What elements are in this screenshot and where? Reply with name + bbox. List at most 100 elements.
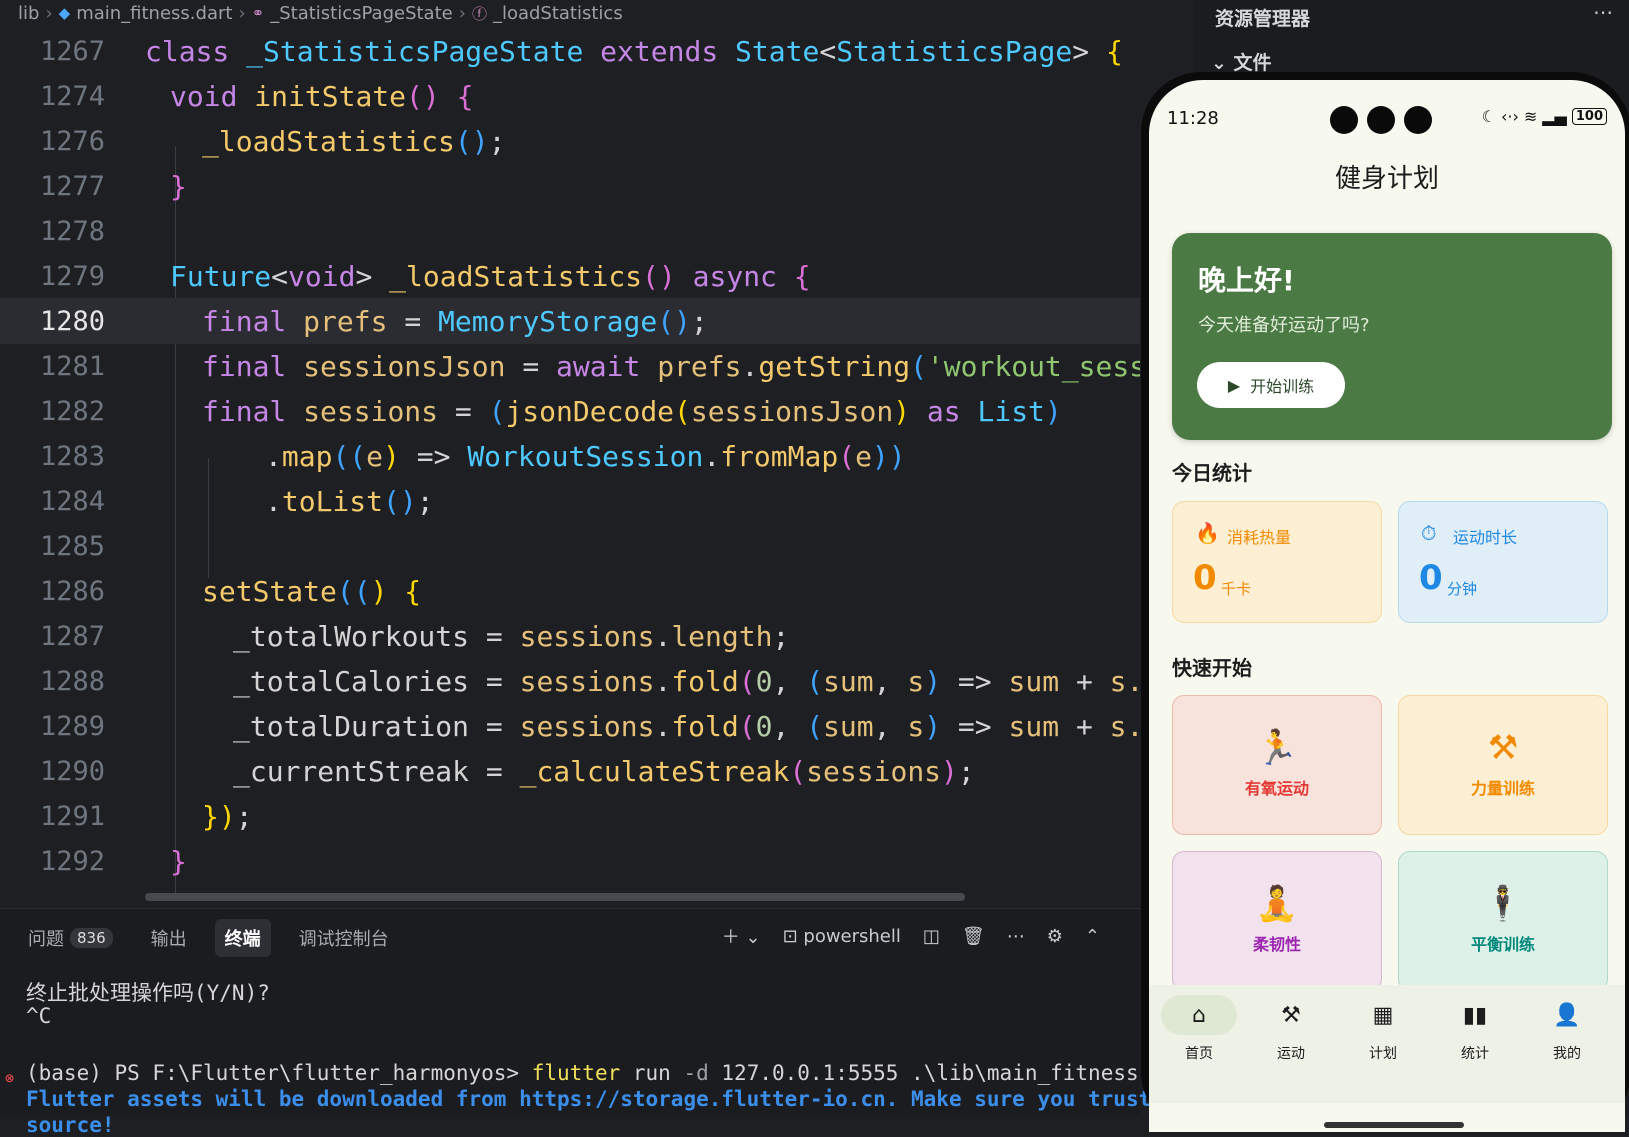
code-line[interactable]: 1292 } — [0, 838, 1140, 884]
code-text: final sessions = (jsonDecode(sessionsJso… — [202, 394, 1062, 428]
terminal-line: 终止批处理操作吗(Y/N)? — [26, 981, 270, 1005]
code-line[interactable]: 1285 — [0, 523, 1140, 569]
breadcrumb-separator: › — [458, 2, 466, 24]
tab-label: 输出 — [150, 929, 187, 950]
bottom-panel: 问题 836 输出 终端 调试控制台 ＋ ⌄ ⊡ powershell ◫ 🗑 … — [0, 908, 1202, 1137]
new-terminal-icon[interactable]: ＋ ⌄ — [722, 923, 761, 949]
stat-card-calories[interactable]: 🔥 消耗热量 0 千卡 — [1172, 501, 1382, 623]
quick-card-balance[interactable]: 🕴 平衡训练 — [1398, 851, 1608, 991]
code-line[interactable]: 1282 final sessions = (jsonDecode(sessio… — [0, 388, 1140, 434]
class-icon: ⚭ — [251, 4, 265, 22]
code-text: .toList(); — [265, 484, 434, 518]
chevron-up-icon[interactable]: ⌃ — [1085, 926, 1100, 947]
code-line-current[interactable]: 1280 final prefs = MemoryStorage(); — [0, 298, 1140, 344]
tab-problems[interactable]: 问题 836 — [18, 919, 123, 957]
nav-label: 我的 — [1553, 1046, 1581, 1062]
tab-debug-console[interactable]: 调试控制台 — [289, 919, 399, 957]
breadcrumb-item-class[interactable]: _StatisticsPageState — [270, 3, 453, 24]
stat-label: 运动时长 — [1453, 528, 1518, 547]
nav-exercise[interactable]: ⚒ 运动 — [1247, 995, 1335, 1063]
terminal-output[interactable]: 终止批处理操作吗(Y/N)? ^C ⊗ (base) PS F:\Flutter… — [0, 969, 1202, 1137]
stat-card-duration[interactable]: ⏱ 运动时长 0 分钟 — [1398, 501, 1608, 623]
start-training-button[interactable]: ▶ 开始训练 — [1197, 362, 1345, 408]
code-line[interactable]: 1281 final sessionsJson = await prefs.ge… — [0, 343, 1140, 389]
code-editor[interactable]: 1267 class _StatisticsPageState extends … — [0, 28, 1140, 898]
line-number: 1286 — [39, 575, 105, 607]
line-number: 1277 — [39, 170, 105, 202]
code-line[interactable]: 1267 class _StatisticsPageState extends … — [0, 28, 1140, 74]
more-icon[interactable]: ⋯ — [1593, 0, 1613, 24]
code-line[interactable]: 1288 _totalCalories = sessions.fold(0, (… — [0, 658, 1140, 704]
settings-sliders-icon[interactable]: ⚙ — [1047, 926, 1063, 947]
code-line[interactable]: 1286 setState(() { — [0, 568, 1140, 614]
terminal-line: Flutter assets will be downloaded from h… — [26, 1087, 1202, 1111]
breadcrumb-item-lib[interactable]: lib — [18, 3, 39, 24]
code-line[interactable]: 1277 } — [0, 163, 1140, 209]
line-number: 1281 — [39, 350, 105, 382]
horizontal-scrollbar[interactable] — [145, 893, 965, 901]
panel-actions: ＋ ⌄ ⊡ powershell ◫ 🗑 ⋯ ⚙ ⌃ — [722, 923, 1100, 949]
function-icon: ⓕ — [471, 4, 487, 23]
code-line[interactable]: 1274 void initState() { — [0, 73, 1140, 119]
line-number: 1283 — [39, 440, 105, 472]
section-label: 文件 — [1233, 52, 1272, 74]
code-line[interactable]: 1284 .toList(); — [0, 478, 1140, 524]
quick-card-cardio[interactable]: 🏃 有氧运动 — [1172, 695, 1382, 835]
nav-plan[interactable]: ▦ 计划 — [1339, 995, 1427, 1063]
quick-card-flexibility[interactable]: 🧘 柔韧性 — [1172, 851, 1382, 991]
tab-terminal[interactable]: 终端 — [214, 919, 271, 957]
quick-label: 平衡训练 — [1470, 935, 1535, 954]
more-icon[interactable]: ⋯ — [1007, 926, 1025, 947]
terminal-line: ^C — [26, 1004, 52, 1028]
quick-card-strength[interactable]: ⚒ 力量训练 — [1398, 695, 1608, 835]
breadcrumb-item-method[interactable]: _loadStatistics — [493, 3, 623, 24]
running-icon: 🏃 — [1255, 728, 1299, 768]
code-line[interactable]: 1291 }); — [0, 793, 1140, 839]
terminal-line: (base) PS F:\Flutter\flutter_harmonyos> … — [26, 1061, 1202, 1085]
code-line[interactable]: 1276 _loadStatistics(); — [0, 118, 1140, 164]
code-line[interactable]: 1287 _totalWorkouts = sessions.length; — [0, 613, 1140, 659]
code-text: _currentStreak = _calculateStreak(sessio… — [233, 754, 975, 788]
code-text: _totalDuration = sessions.fold(0, (sum, … — [233, 709, 1140, 743]
explorer-title: 资源管理器 — [1215, 8, 1311, 30]
nav-label: 运动 — [1277, 1046, 1305, 1062]
code-line[interactable]: 1279 Future<void> _loadStatistics() asyn… — [0, 253, 1140, 299]
home-indicator[interactable] — [1324, 1122, 1464, 1128]
code-text: final sessionsJson = await prefs.getStri… — [202, 349, 1140, 383]
person-icon: 👤 — [1553, 1002, 1581, 1028]
breadcrumb-item-file[interactable]: main_fitness.dart — [76, 3, 232, 24]
code-line[interactable]: 1289 _totalDuration = sessions.fold(0, (… — [0, 703, 1140, 749]
code-line[interactable]: 1278 — [0, 208, 1140, 254]
tab-output[interactable]: 输出 — [141, 919, 197, 957]
nav-home[interactable]: ⌂ 首页 — [1155, 995, 1243, 1063]
quick-label: 力量训练 — [1470, 779, 1535, 798]
tab-label: 问题 — [28, 929, 64, 950]
code-text: }); — [202, 799, 253, 833]
code-line[interactable]: 1283 .map((e) => WorkoutSession.fromMap(… — [0, 433, 1140, 479]
error-dot-icon: ⊗ — [5, 1069, 15, 1087]
play-icon: ▶ — [1227, 375, 1241, 395]
code-line[interactable]: 1290 _currentStreak = _calculateStreak(s… — [0, 748, 1140, 794]
nav-profile[interactable]: 👤 我的 — [1523, 995, 1611, 1063]
line-number: 1267 — [39, 35, 105, 67]
stat-label: 消耗热量 — [1227, 528, 1292, 547]
chevron-down-icon: ⌄ — [1211, 52, 1234, 74]
phone-screen: 11:28 ☾ ‹·› ≋ ▂▄ 100 健身计划 晚上好! 今天准备好运动了吗… — [1149, 80, 1625, 1132]
app-title: 健身计划 — [1334, 164, 1439, 194]
nav-label: 首页 — [1185, 1046, 1213, 1062]
terminal-icon: ⊡ — [782, 925, 798, 947]
split-terminal-icon[interactable]: ◫ — [923, 926, 940, 947]
trash-icon[interactable]: 🗑 — [962, 926, 985, 947]
code-text: Future<void> _loadStatistics() async { — [170, 259, 811, 293]
explorer-section-files[interactable]: ⌄ 文件 — [1211, 48, 1272, 75]
nav-statistics[interactable]: ▮▮ 统计 — [1431, 995, 1519, 1063]
status-time: 11:28 — [1167, 108, 1219, 129]
code-text: } — [170, 844, 187, 878]
line-number: 1274 — [39, 80, 105, 112]
breadcrumb: lib › ◆ main_fitness.dart › ⚭ _Statistic… — [0, 0, 1195, 26]
line-number: 1279 — [39, 260, 105, 292]
button-label: 开始训练 — [1250, 377, 1315, 396]
terminal-shell-selector[interactable]: ⊡ powershell — [783, 926, 901, 947]
shell-label: powershell — [803, 925, 901, 947]
today-stats-title: 今日统计 — [1172, 461, 1252, 485]
